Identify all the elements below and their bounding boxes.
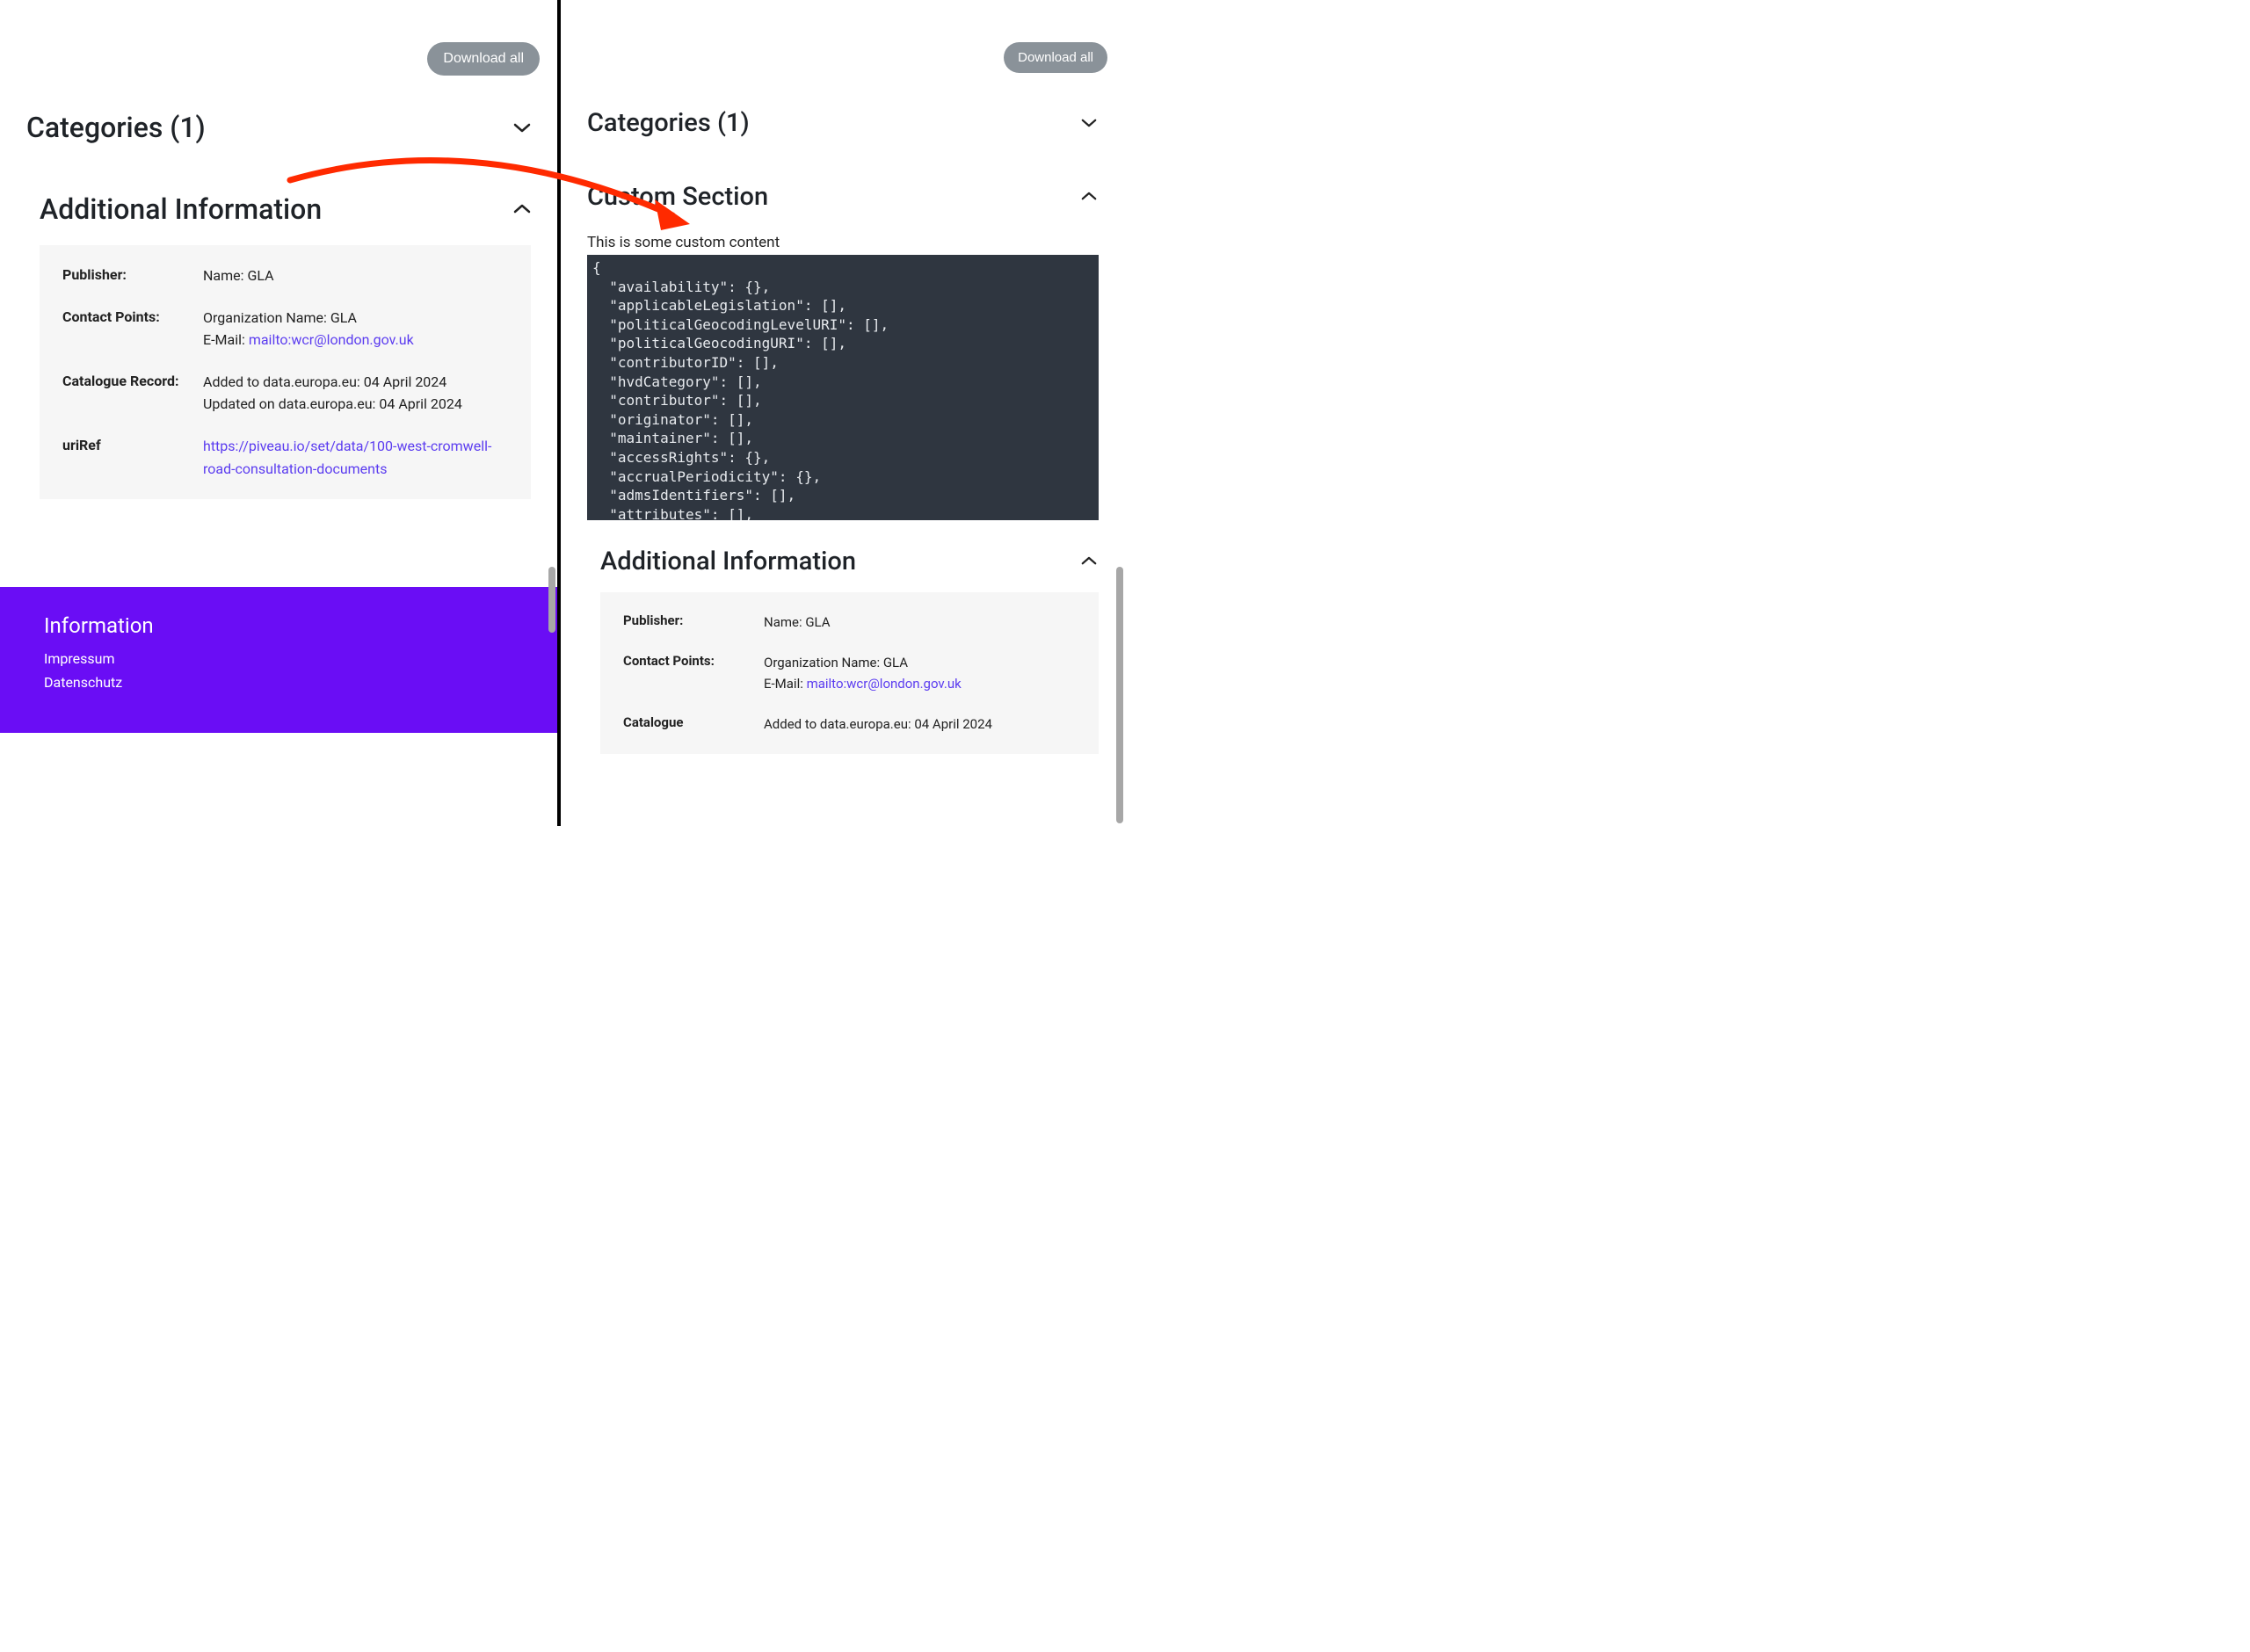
contact-email-prefix: E-Mail:: [764, 676, 807, 692]
categories-header[interactable]: Categories (1): [0, 111, 557, 144]
catalogue-label: Catalogue Record:: [62, 371, 203, 416]
scrollbar-thumb[interactable]: [548, 567, 555, 633]
scrollbar-thumb[interactable]: [1116, 567, 1123, 823]
publisher-label: Publisher:: [623, 612, 764, 633]
catalogue-value: Added to data.europa.eu: 04 April 2024: [764, 714, 1076, 735]
download-all-button[interactable]: Download all: [427, 42, 540, 76]
contact-value: Organization Name: GLA E-Mail: mailto:wc…: [764, 652, 1076, 694]
uriref-value: https://piveau.io/set/data/100-west-crom…: [203, 435, 508, 480]
categories-title: Categories (1): [587, 108, 750, 138]
code-block[interactable]: { "availability": {}, "applicableLegisla…: [587, 255, 1099, 520]
publisher-value: Name: GLA: [764, 612, 1076, 633]
info-row-publisher: Publisher: Name: GLA: [623, 612, 1076, 633]
footer-link-datenschutz[interactable]: Datenschutz: [44, 674, 513, 691]
catalogue-label: Catalogue: [623, 714, 764, 735]
additional-info-header[interactable]: Additional Information: [561, 547, 1125, 576]
contact-value: Organization Name: GLA E-Mail: mailto:wc…: [203, 307, 508, 351]
contact-org: Organization Name: GLA: [764, 652, 1076, 673]
publisher-value: Name: GLA: [203, 264, 508, 287]
chevron-down-icon: [1081, 118, 1099, 128]
footer-link-impressum[interactable]: Impressum: [44, 650, 513, 667]
contact-email-link[interactable]: mailto:wcr@london.gov.uk: [249, 331, 414, 348]
custom-section-desc: This is some custom content: [587, 234, 1099, 251]
right-pane: Download all Categories (1) Custom Secti…: [559, 0, 1125, 826]
additional-info-panel: Publisher: Name: GLA Contact Points: Org…: [40, 245, 531, 499]
catalogue-added: Added to data.europa.eu: 04 April 2024: [764, 714, 1076, 735]
catalogue-updated: Updated on data.europa.eu: 04 April 2024: [203, 393, 508, 416]
info-row-catalogue: Catalogue Added to data.europa.eu: 04 Ap…: [623, 714, 1076, 735]
info-row-contact: Contact Points: Organization Name: GLA E…: [62, 307, 508, 351]
contact-label: Contact Points:: [623, 652, 764, 694]
footer-title: Information: [44, 613, 513, 638]
uriref-label: uriRef: [62, 435, 203, 480]
info-row-uriref: uriRef https://piveau.io/set/data/100-we…: [62, 435, 508, 480]
additional-info-panel: Publisher: Name: GLA Contact Points: Org…: [600, 592, 1099, 754]
categories-header[interactable]: Categories (1): [561, 108, 1125, 138]
info-row-publisher: Publisher: Name: GLA: [62, 264, 508, 287]
info-row-catalogue: Catalogue Record: Added to data.europa.e…: [62, 371, 508, 416]
chevron-up-icon: [513, 204, 531, 214]
additional-info-title: Additional Information: [40, 192, 322, 226]
catalogue-added: Added to data.europa.eu: 04 April 2024: [203, 371, 508, 394]
additional-info-header[interactable]: Additional Information: [0, 192, 557, 226]
catalogue-value: Added to data.europa.eu: 04 April 2024 U…: [203, 371, 508, 416]
custom-section-title: Custom Section: [587, 182, 768, 212]
footer: Information Impressum Datenschutz: [0, 587, 557, 733]
custom-section-header[interactable]: Custom Section: [561, 182, 1125, 212]
uriref-link[interactable]: https://piveau.io/set/data/100-west-crom…: [203, 438, 491, 477]
contact-label: Contact Points:: [62, 307, 203, 351]
contact-email-link[interactable]: mailto:wcr@london.gov.uk: [807, 676, 962, 692]
additional-info-title: Additional Information: [600, 547, 856, 576]
categories-title: Categories (1): [26, 111, 206, 144]
contact-email-prefix: E-Mail:: [203, 331, 249, 348]
chevron-down-icon: [513, 122, 531, 133]
chevron-up-icon: [1081, 556, 1099, 567]
contact-org: Organization Name: GLA: [203, 307, 508, 330]
chevron-up-icon: [1081, 192, 1099, 202]
download-all-button[interactable]: Download all: [1004, 42, 1107, 73]
info-row-contact: Contact Points: Organization Name: GLA E…: [623, 652, 1076, 694]
publisher-label: Publisher:: [62, 264, 203, 287]
custom-section-body: This is some custom content { "availabil…: [561, 234, 1125, 547]
left-pane: Download all Categories (1) Additional I…: [0, 0, 559, 826]
